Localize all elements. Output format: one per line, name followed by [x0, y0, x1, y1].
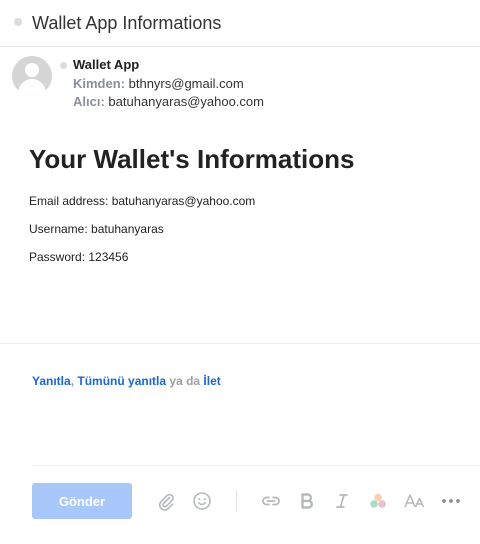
bold-icon[interactable]	[296, 490, 318, 512]
font-size-icon[interactable]	[403, 490, 427, 512]
color-icon[interactable]	[367, 490, 389, 512]
sender-block: Wallet App Kimden: bthnyrs@gmail.com Alı…	[12, 56, 472, 116]
sender-name[interactable]: Wallet App	[73, 57, 139, 72]
more-icon[interactable]	[440, 490, 462, 512]
to-label: Alıcı:	[73, 94, 105, 109]
from-label: Kimden:	[73, 76, 125, 91]
emoji-icon[interactable]	[191, 490, 213, 512]
link-icon[interactable]	[260, 490, 282, 512]
or-text: ya da	[169, 374, 201, 388]
toolbar-separator	[236, 490, 237, 512]
forward-link[interactable]: İlet	[203, 374, 220, 388]
divider	[0, 343, 480, 344]
email-line: Email address: batuhanyaras@yahoo.com	[29, 194, 256, 208]
to-row: Alıcı: batuhanyaras@yahoo.com	[73, 94, 264, 109]
message-subject: Wallet App Informations	[32, 13, 222, 33]
message-header: Wallet App Informations	[0, 0, 480, 47]
reply-link[interactable]: Yanıtla	[32, 374, 71, 388]
password-line: Password: 123456	[29, 250, 129, 264]
to-value[interactable]: batuhanyaras@yahoo.com	[108, 94, 264, 109]
reply-actions: Yanıtla, Tümünü yanıtla ya da İlet	[32, 374, 221, 388]
unread-dot-icon	[14, 18, 22, 26]
attachment-icon[interactable]	[155, 490, 177, 512]
avatar[interactable]	[12, 56, 52, 96]
from-value[interactable]: bthnyrs@gmail.com	[129, 76, 244, 91]
send-button[interactable]: Gönder	[32, 483, 132, 519]
from-row: Kimden: bthnyrs@gmail.com	[73, 76, 244, 91]
italic-icon[interactable]	[331, 490, 353, 512]
status-dot-icon	[60, 62, 67, 69]
reply-comma: ,	[70, 374, 75, 388]
username-line: Username: batuhanyaras	[29, 222, 164, 236]
message-title: Your Wallet's Informations	[29, 144, 355, 174]
reply-all-link[interactable]: Tümünü yanıtla	[77, 374, 166, 388]
composer-divider	[32, 465, 480, 466]
